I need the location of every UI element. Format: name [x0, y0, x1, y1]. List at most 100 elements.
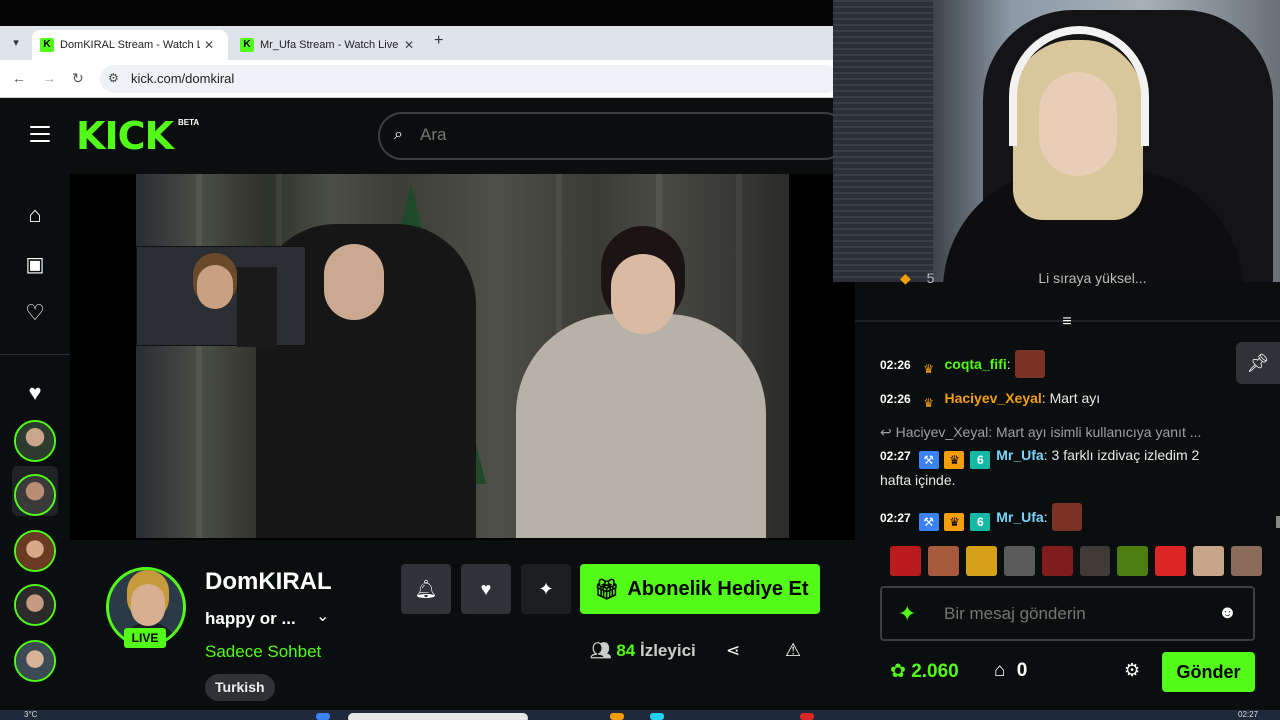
search-box[interactable]: ⌕	[378, 112, 848, 160]
language-tag[interactable]: Turkish	[205, 674, 275, 701]
store-value: 0	[1016, 660, 1028, 681]
taskbar-app-icon[interactable]	[650, 713, 664, 720]
message-time: 02:26	[880, 358, 911, 372]
scrollbar[interactable]	[1276, 516, 1280, 528]
close-tab-icon[interactable]: ✕	[202, 38, 216, 52]
weather-temperature[interactable]: 3°C	[24, 710, 37, 719]
taskbar-clock[interactable]: 02:27	[1238, 710, 1258, 719]
heart-icon: ♥	[480, 579, 492, 599]
channel-name[interactable]: DomKIRAL	[205, 568, 332, 596]
reply-context: ↩ Haciyev_Xeyal: Mart ayı isimli kullanı…	[880, 424, 1201, 441]
sidebar-channel-avatar[interactable]	[14, 584, 56, 626]
message-user[interactable]: coqta_fifi	[944, 356, 1006, 372]
tab-title: Mr_Ufa Stream - Watch Live on	[260, 39, 400, 51]
gift-icon: 🎁︎	[594, 578, 620, 601]
taskbar-search[interactable]	[348, 713, 528, 720]
sidebar-channel-avatar[interactable]	[14, 640, 56, 682]
emote-bar	[890, 546, 1263, 578]
emote-item[interactable]	[1041, 546, 1073, 576]
ban-emote[interactable]	[1155, 546, 1187, 576]
chat-settings-icon[interactable]: ⚙	[1124, 660, 1140, 681]
chat-input-box[interactable]: ✦ ☻	[880, 586, 1255, 641]
stream-video[interactable]	[136, 174, 789, 538]
emote-item[interactable]	[927, 546, 959, 576]
share-icon[interactable]: ⋖	[726, 641, 740, 661]
browser-address-bar: ← → ↻ ⚙ kick.com/domkiral	[0, 60, 840, 98]
send-button[interactable]: Gönder	[1162, 652, 1255, 692]
channel-points[interactable]: ✿ 2.060	[890, 660, 959, 683]
emote-item[interactable]	[1117, 546, 1149, 576]
clip-sparkle-button[interactable]: ✦	[521, 564, 571, 614]
gift-subscription-button[interactable]: 🎁︎ Abonelik Hediye Et	[580, 564, 820, 614]
menu-icon[interactable]	[30, 126, 50, 142]
sparkle-icon: ✦	[538, 579, 554, 599]
url-field[interactable]: ⚙ kick.com/domkiral	[100, 65, 840, 93]
message-user[interactable]: Mr_Ufa	[996, 447, 1043, 463]
report-warning-icon[interactable]: ⚠	[785, 640, 801, 661]
chat-message: 02:26 ♛ Haciyev_Xeyal: Mart ayı	[880, 390, 1101, 410]
sparkle-icon[interactable]: ✦	[898, 601, 916, 627]
reload-icon[interactable]: ↻	[72, 70, 84, 87]
gift-button-label: Abonelik Hediye Et	[627, 577, 809, 600]
notification-bell-button[interactable]: 🔔︎	[401, 564, 451, 614]
scroll-to-bottom-icon[interactable]: ≡	[1056, 313, 1078, 331]
emoji-icon[interactable]: ☻	[1218, 602, 1237, 623]
beta-label: BETA	[178, 118, 200, 127]
message-user[interactable]: Mr_Ufa	[996, 509, 1043, 525]
chat-panel	[855, 282, 1280, 710]
back-icon[interactable]: ←	[12, 70, 26, 86]
viewer-number: 84	[616, 641, 636, 660]
crown-badge-icon: ♛	[923, 362, 934, 376]
start-icon[interactable]	[316, 713, 330, 720]
video-player[interactable]	[70, 174, 855, 540]
forward-icon[interactable]: →	[42, 70, 56, 86]
search-input[interactable]	[420, 125, 820, 145]
following-heart-outline-icon[interactable]: ♡	[22, 300, 48, 326]
taskbar-app-icon[interactable]	[610, 713, 624, 720]
stream-title: happy or ...	[205, 609, 296, 628]
reply-text: Haciyev_Xeyal: Mart ayı isimli kullanıcı…	[895, 424, 1202, 440]
site-info-icon[interactable]: ⚙	[108, 71, 119, 85]
moderator-badge-icon: ⚒	[918, 451, 939, 469]
following-heart-icon[interactable]: ♥	[22, 380, 48, 406]
sidebar-channel-avatar[interactable]	[14, 474, 56, 516]
kick-favicon-icon: K	[240, 38, 254, 52]
follow-button[interactable]: ♥	[461, 564, 511, 614]
store-count[interactable]: ⌂ 0	[994, 660, 1027, 682]
emote-item[interactable]	[1003, 546, 1035, 576]
crown-badge-icon: ♛	[944, 451, 965, 469]
sidebar-channel-avatar[interactable]	[14, 530, 56, 572]
message-time: 02:27	[880, 449, 911, 463]
pin-icon[interactable]: 📌︎	[1236, 342, 1280, 384]
browse-icon[interactable]: ▣	[22, 252, 48, 278]
emote-item[interactable]	[890, 546, 921, 576]
chat-message: 02:27 ⚒ ♛ 6 Mr_Ufa:	[880, 503, 1230, 531]
emote-item[interactable]	[965, 546, 997, 576]
emote-item[interactable]	[1079, 546, 1111, 576]
new-tab-icon[interactable]: +	[434, 32, 443, 50]
emote-item[interactable]	[1231, 546, 1263, 576]
taskbar-app-icon[interactable]	[800, 713, 814, 720]
stream-category[interactable]: Sadece Sohbet	[205, 642, 321, 662]
kick-logo[interactable]: KICK	[76, 116, 174, 156]
browser-tab-mr-ufa[interactable]: K Mr_Ufa Stream - Watch Live on ✕	[232, 30, 428, 60]
subscriber-badge-icon: 6	[970, 513, 991, 531]
tab-search-dropdown-icon[interactable]: ▾	[6, 33, 26, 53]
message-user[interactable]: Haciyev_Xeyal	[944, 390, 1041, 406]
site-header: KICK BETA ⌕	[0, 98, 855, 174]
browser-tab-domkiral[interactable]: K DomKIRAL Stream - Watch Live ✕	[32, 30, 228, 60]
home-icon[interactable]: ⌂	[22, 202, 48, 228]
chevron-down-icon[interactable]: ⌄	[316, 606, 329, 626]
pinned-leaderboard-row: ◆ 5 Li sıraya yüksel...	[900, 270, 1147, 287]
window-blind	[833, 0, 933, 282]
viewers-icon: 👥︎	[590, 641, 612, 660]
close-tab-icon[interactable]: ✕	[402, 38, 416, 52]
chat-message: 02:27 ⚒ ♛ 6 Mr_Ufa: 3 farklı izdivaç izl…	[880, 447, 1200, 488]
chat-message: 02:26 ♛ coqta_fifi:	[880, 350, 1230, 378]
chat-message-input[interactable]	[944, 604, 1214, 624]
sidebar-channel-avatar[interactable]	[14, 420, 56, 462]
emote-item[interactable]	[1193, 546, 1225, 576]
windows-taskbar: 3°C 02:27	[0, 710, 1280, 720]
webcam-overlay	[833, 0, 1280, 282]
pinned-count: 5	[926, 270, 935, 286]
